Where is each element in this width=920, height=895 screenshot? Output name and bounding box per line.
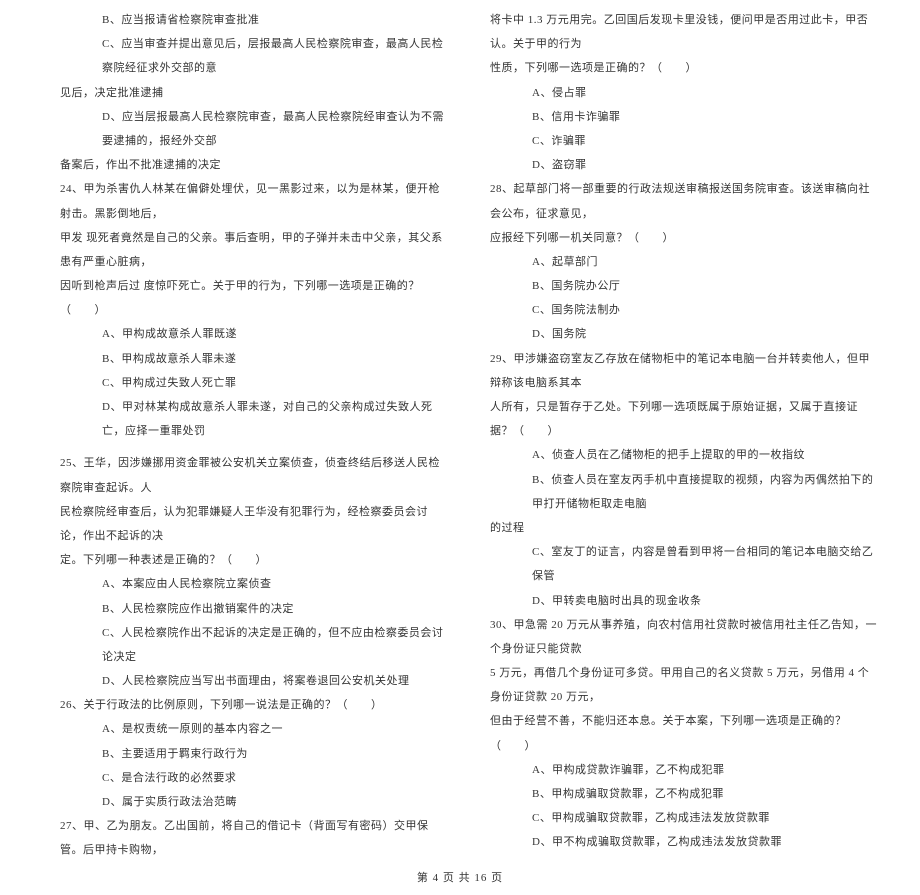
q24-a: A、甲构成故意杀人罪既遂 <box>60 322 450 346</box>
q29-d: D、甲转卖电脑时出具的现金收条 <box>490 589 880 613</box>
q25-d: D、人民检察院应当写出书面理由，将案卷退回公安机关处理 <box>60 669 450 693</box>
q25-a: A、本案应由人民检察院立案侦查 <box>60 572 450 596</box>
q28-c: C、国务院法制办 <box>490 298 880 322</box>
q24-line2: 甲发 现死者竟然是自己的父亲。事后查明，甲的子弹并未击中父亲，其父系患有严重心脏… <box>60 226 450 274</box>
q30-a: A、甲构成贷款诈骗罪，乙不构成犯罪 <box>490 758 880 782</box>
option-d-cont: 备案后，作出不批准逮捕的决定 <box>60 153 450 177</box>
option-d: D、应当层报最高人民检察院审查，最高人民检察院经审查认为不需要逮捕的，报经外交部 <box>60 105 450 153</box>
page-body: B、应当报请省检察院审查批准 C、应当审查并提出意见后，层报最高人民检察院审查，… <box>0 0 920 863</box>
q30-b: B、甲构成骗取贷款罪，乙不构成犯罪 <box>490 782 880 806</box>
q30-c: C、甲构成骗取贷款罪，乙构成违法发放贷款罪 <box>490 806 880 830</box>
q27-line1: 27、甲、乙为朋友。乙出国前，将自己的借记卡（背面写有密码）交甲保管。后甲持卡购… <box>60 814 450 862</box>
q27-a: A、侵占罪 <box>490 81 880 105</box>
q30-d: D、甲不构成骗取贷款罪，乙构成违法发放贷款罪 <box>490 830 880 854</box>
q24-line1: 24、甲为杀害仇人林某在偏僻处埋伏，见一黑影过来，以为是林某，便开枪射击。黑影倒… <box>60 177 450 225</box>
q29-b-cont: 的过程 <box>490 516 880 540</box>
q28-line2: 应报经下列哪一机关同意？（ ） <box>490 226 880 250</box>
option-b: B、应当报请省检察院审查批准 <box>60 8 450 32</box>
q27-c: C、诈骗罪 <box>490 129 880 153</box>
q25-line2: 民检察院经审查后，认为犯罪嫌疑人王华没有犯罪行为，经检察委员会讨论，作出不起诉的… <box>60 500 450 548</box>
q28-b: B、国务院办公厅 <box>490 274 880 298</box>
q28-line1: 28、起草部门将一部重要的行政法规送审稿报送国务院审查。该送审稿向社会公布，征求… <box>490 177 880 225</box>
q27-cont1: 将卡中 1.3 万元用完。乙回国后发现卡里没钱，便问甲是否用过此卡，甲否认。关于… <box>490 8 880 56</box>
option-c-cont: 见后，决定批准逮捕 <box>60 81 450 105</box>
q26-d: D、属于实质行政法治范畴 <box>60 790 450 814</box>
q25-c: C、人民检察院作出不起诉的决定是正确的，但不应由检察委员会讨论决定 <box>60 621 450 669</box>
q29-line1: 29、甲涉嫌盗窃室友乙存放在储物柜中的笔记本电脑一台并转卖他人，但甲辩称该电脑系… <box>490 347 880 395</box>
q29-a: A、侦查人员在乙储物柜的把手上提取的甲的一枚指纹 <box>490 443 880 467</box>
q24-d: D、甲对林某构成故意杀人罪未遂，对自己的父亲构成过失致人死亡，应择一重罪处罚 <box>60 395 450 443</box>
q29-line2: 人所有，只是暂存于乙处。下列哪一选项既属于原始证据，又属于直接证据？（ ） <box>490 395 880 443</box>
q28-a: A、起草部门 <box>490 250 880 274</box>
option-c: C、应当审查并提出意见后，层报最高人民检察院审查，最高人民检察院经征求外交部的意 <box>60 32 450 80</box>
q25-line3: 定。下列哪一种表述是正确的？（ ） <box>60 548 450 572</box>
q27-d: D、盗窃罪 <box>490 153 880 177</box>
left-column: B、应当报请省检察院审查批准 C、应当审查并提出意见后，层报最高人民检察院审查，… <box>60 8 450 863</box>
q25-b: B、人民检察院应作出撤销案件的决定 <box>60 597 450 621</box>
right-column: 将卡中 1.3 万元用完。乙回国后发现卡里没钱，便问甲是否用过此卡，甲否认。关于… <box>490 8 880 863</box>
q24-b: B、甲构成故意杀人罪未遂 <box>60 347 450 371</box>
spacing <box>60 443 450 451</box>
q24-line3: 因听到枪声后过 度惊吓死亡。关于甲的行为，下列哪一选项是正确的？（ ） <box>60 274 450 322</box>
q26-a: A、是权责统一原则的基本内容之一 <box>60 717 450 741</box>
q25-line1: 25、王华，因涉嫌挪用资金罪被公安机关立案侦查，侦查终结后移送人民检察院审查起诉… <box>60 451 450 499</box>
q26-c: C、是合法行政的必然要求 <box>60 766 450 790</box>
q30-line1: 30、甲急需 20 万元从事养殖，向农村信用社贷款时被信用社主任乙告知，一个身份… <box>490 613 880 661</box>
q24-c: C、甲构成过失致人死亡罪 <box>60 371 450 395</box>
q26-b: B、主要适用于羁束行政行为 <box>60 742 450 766</box>
q27-cont2: 性质，下列哪一选项是正确的？（ ） <box>490 56 880 80</box>
q29-c: C、室友丁的证言，内容是曾看到甲将一台相同的笔记本电脑交给乙保管 <box>490 540 880 588</box>
q28-d: D、国务院 <box>490 322 880 346</box>
q26-line1: 26、关于行政法的比例原则，下列哪一说法是正确的？（ ） <box>60 693 450 717</box>
q27-b: B、信用卡诈骗罪 <box>490 105 880 129</box>
q30-line3: 但由于经营不善，不能归还本息。关于本案，下列哪一选项是正确的？（ ） <box>490 709 880 757</box>
page-footer: 第 4 页 共 16 页 <box>0 863 920 895</box>
q29-b: B、侦查人员在室友丙手机中直接提取的视频，内容为丙偶然拍下的甲打开储物柜取走电脑 <box>490 468 880 516</box>
q30-line2: 5 万元，再借几个身份证可多贷。甲用自己的名义贷款 5 万元，另借用 4 个身份… <box>490 661 880 709</box>
